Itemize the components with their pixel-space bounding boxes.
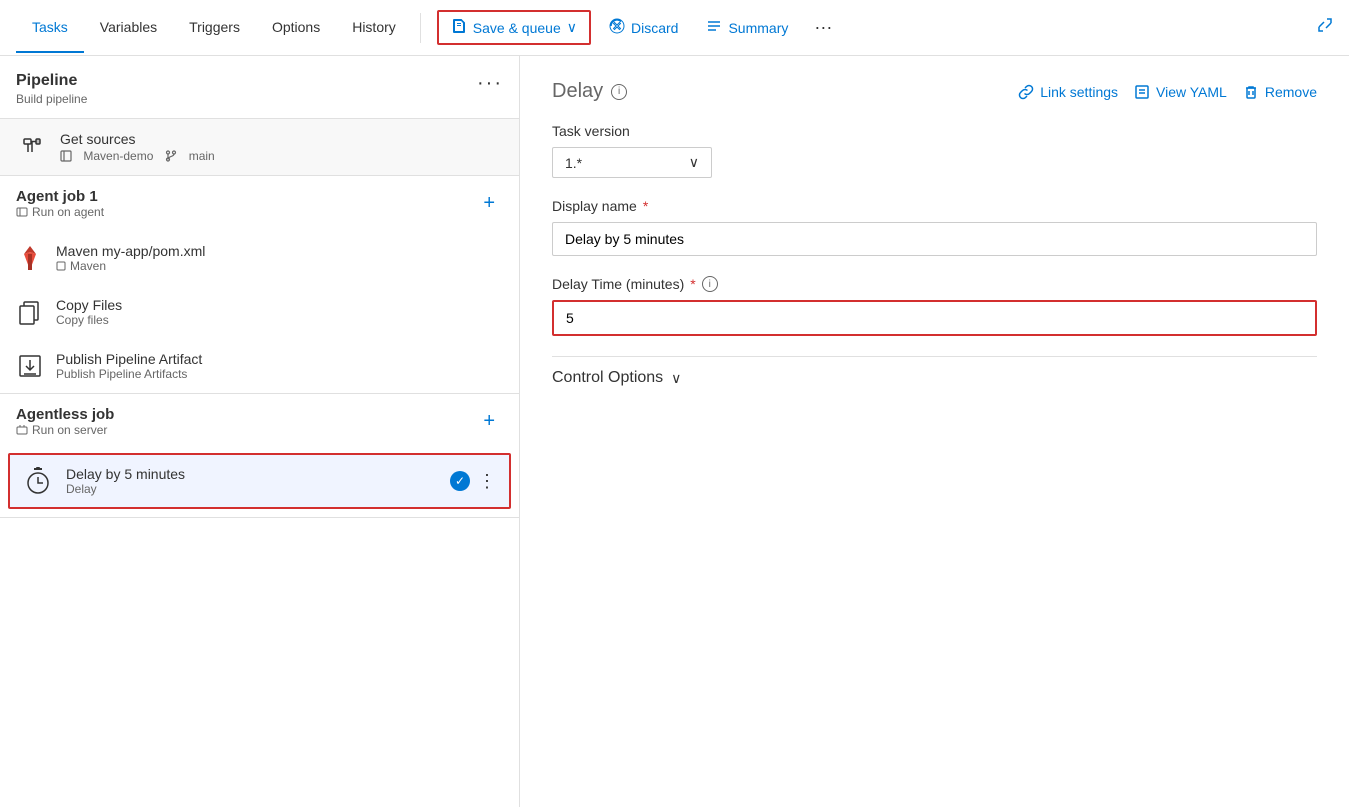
control-options-section[interactable]: Control Options ∨ [552, 356, 1317, 399]
remove-button[interactable]: Remove [1243, 84, 1317, 100]
agent-job-title: Agent job 1 [16, 188, 104, 205]
copy-icon [16, 298, 44, 326]
delay-task-more-button[interactable]: ⋮ [478, 471, 497, 492]
agent-job-header: Agent job 1 Run on agent + [0, 176, 519, 231]
display-name-input[interactable] [552, 222, 1317, 256]
save-queue-button[interactable]: Save & queue ∨ [437, 10, 591, 45]
task-title: Delay [552, 80, 603, 103]
pipeline-info: Pipeline Build pipeline [16, 72, 87, 106]
agent-job-subtitle: Run on agent [32, 205, 104, 219]
get-sources-text: Get sources Maven-demo main [60, 131, 503, 163]
control-options-chevron-icon: ∨ [671, 370, 681, 387]
left-panel: Pipeline Build pipeline ··· Get sources … [0, 56, 520, 807]
version-select[interactable]: 1.* ∨ [552, 147, 712, 178]
pipeline-title: Pipeline [16, 72, 87, 90]
add-agent-job-button[interactable]: + [475, 188, 503, 219]
more-options-button[interactable]: ··· [806, 13, 840, 42]
view-yaml-button[interactable]: View YAML [1134, 84, 1227, 100]
maven-task-subtitle: Maven [70, 259, 106, 273]
get-sources-icon [16, 131, 48, 163]
delay-task-item[interactable]: Delay by 5 minutes Delay ✓ ⋮ [8, 453, 511, 509]
delay-time-required: * [690, 276, 695, 292]
display-name-required: * [643, 198, 648, 214]
delay-task-subtitle: Delay [66, 482, 438, 496]
discard-button[interactable]: Discard [599, 12, 688, 43]
pipeline-subtitle: Build pipeline [16, 92, 87, 106]
get-sources-item[interactable]: Get sources Maven-demo main [0, 119, 519, 176]
display-name-row: Display name * [552, 198, 1317, 256]
delay-time-input[interactable] [554, 302, 1315, 334]
save-queue-label: Save & queue [473, 20, 561, 36]
add-agentless-job-button[interactable]: + [475, 406, 503, 437]
delay-time-info-icon[interactable]: i [702, 276, 718, 292]
publish-title: Publish Pipeline Artifact [56, 351, 503, 367]
delay-time-row: Delay Time (minutes) * i [552, 276, 1317, 336]
task-info-icon[interactable]: i [611, 84, 627, 100]
delay-time-input-wrapper [552, 300, 1317, 336]
copy-files-item[interactable]: Copy Files Copy files [0, 285, 519, 339]
branch-info: main [165, 149, 214, 163]
publish-artifact-item[interactable]: Publish Pipeline Artifact Publish Pipeli… [0, 339, 519, 393]
copy-files-subtitle: Copy files [56, 313, 503, 327]
publish-icon [16, 352, 44, 380]
agentless-job-section: Agentless job Run on server + [0, 394, 519, 518]
discard-label: Discard [631, 20, 678, 36]
maven-icon [16, 244, 44, 272]
summary-button[interactable]: Summary [696, 12, 798, 43]
publish-subtitle: Publish Pipeline Artifacts [56, 367, 503, 381]
agent-job-section: Agent job 1 Run on agent + Maven my-ap [0, 176, 519, 394]
link-settings-button[interactable]: Link settings [1018, 84, 1118, 100]
repo-info: Maven-demo [60, 149, 153, 163]
tab-triggers[interactable]: Triggers [173, 3, 256, 53]
maven-task-item[interactable]: Maven my-app/pom.xml Maven [0, 231, 519, 285]
pipeline-more-button[interactable]: ··· [477, 72, 503, 95]
control-options-label: Control Options [552, 369, 663, 387]
save-icon [451, 18, 467, 37]
tab-tasks[interactable]: Tasks [16, 3, 84, 53]
chevron-down-icon: ∨ [567, 19, 577, 36]
discard-icon [609, 18, 625, 37]
delay-task-title: Delay by 5 minutes [66, 466, 438, 482]
right-panel: Delay i Link settings View YAML Remove [520, 56, 1349, 807]
summary-label: Summary [728, 20, 788, 36]
task-version-label: Task version [552, 123, 1317, 139]
delay-task-icon [22, 465, 54, 497]
agentless-job-header: Agentless job Run on server + [0, 394, 519, 449]
expand-button[interactable] [1317, 17, 1333, 38]
tab-history[interactable]: History [336, 3, 412, 53]
agentless-job-title: Agentless job [16, 406, 114, 423]
task-version-row: Task version 1.* ∨ [552, 123, 1317, 178]
display-name-label: Display name * [552, 198, 1317, 214]
nav-divider [420, 13, 421, 43]
version-chevron-icon: ∨ [689, 154, 699, 171]
checkmark-badge: ✓ [450, 471, 470, 491]
task-actions: Link settings View YAML Remove [1018, 84, 1317, 100]
tab-variables[interactable]: Variables [84, 3, 173, 53]
copy-files-title: Copy Files [56, 297, 503, 313]
summary-icon [706, 18, 722, 37]
pipeline-header: Pipeline Build pipeline ··· [0, 56, 519, 119]
get-sources-title: Get sources [60, 131, 503, 147]
delay-time-label: Delay Time (minutes) * i [552, 276, 1317, 292]
tab-options[interactable]: Options [256, 3, 336, 53]
agentless-job-subtitle: Run on server [32, 423, 107, 437]
task-header: Delay i Link settings View YAML Remove [552, 80, 1317, 103]
maven-task-title: Maven my-app/pom.xml [56, 243, 503, 259]
